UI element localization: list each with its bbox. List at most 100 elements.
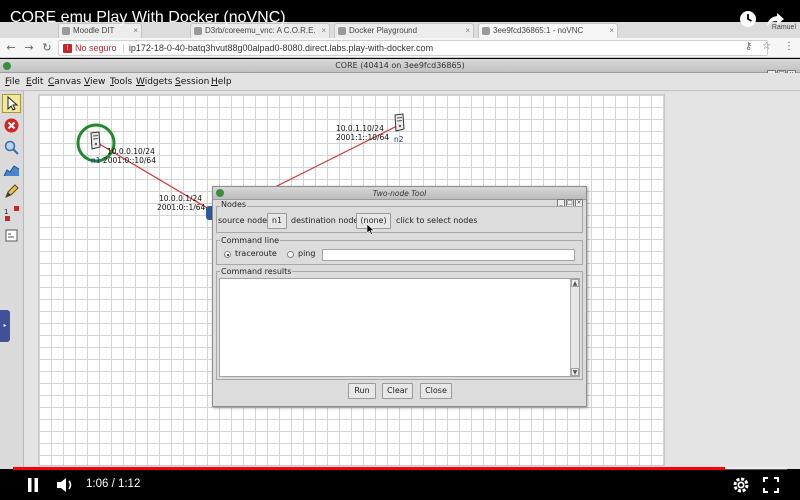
svg-text:1: 1 [4,208,8,216]
source-node-label: source node [218,216,268,225]
browser-tab[interactable]: Docker Playground × [334,23,474,38]
menu-label: ile [9,77,21,87]
node-tool-button[interactable]: 1 [2,204,21,223]
tab-label: Moodle DIT [73,26,115,35]
menu-tools[interactable]: Tools [110,73,132,91]
settings-gear-icon[interactable] [731,476,751,494]
select-nodes-hint: click to select nodes [396,216,478,225]
node-n1-ip4: 10.0.0.10/24 [107,147,155,156]
run-button[interactable]: Run [348,383,376,399]
command-results-group: Command results ▲ ▼ [216,267,583,380]
url-text: ip172-18-0-40-batq3hvut88g00alpad0-8080.… [128,43,434,53]
host-node-n1-icon[interactable] [88,131,102,151]
throughput-tool-button[interactable] [2,160,21,179]
command-line-group-label: Command line [220,236,281,246]
node-palette-icon: 1 [3,205,20,222]
traceroute-label: traceroute [235,249,277,258]
menu-label: ools [113,77,133,87]
browser-address-bar: ← → ↻ ! No seguro | ip172-18-0-40-batq3hvut… [0,38,800,58]
url-field[interactable]: ! No seguro | ip172-18-0-40-batq3hvut88g00a… [58,40,768,56]
menu-session[interactable]: Session [175,73,209,91]
tab-favicon-icon [482,27,490,35]
ping-label: ping [298,249,316,258]
menu-label: ession [180,77,210,87]
fullscreen-icon[interactable] [761,476,781,494]
tab-favicon-icon [194,27,202,35]
edit-tool-button[interactable] [2,182,21,201]
host-node-n2-icon[interactable] [392,113,406,133]
dialog-title: Two-node Tool [372,189,427,198]
tab-favicon-icon [62,27,70,35]
share-icon[interactable] [766,10,786,30]
pencil-icon [3,183,20,200]
menu-help[interactable]: Help [211,73,232,91]
close-button[interactable]: Close [420,383,452,399]
warning-icon: ! [63,44,72,54]
traceroute-radio[interactable] [224,251,231,258]
terminal-icon [3,227,20,244]
star-icon[interactable]: ☆ [762,41,771,52]
node-n1-name-ip6: n1 2001:0::10/64 [91,156,156,165]
video-player: Moodle DIT × D3rb/coreemu_vnc: A C.O.R.E… [0,0,800,500]
key-icon[interactable]: ⚷ [745,41,752,52]
core-window-title: CORE (40414 on 3ee9fcd36865) [335,61,465,70]
source-node-button[interactable]: n1 [267,213,287,229]
nodes-group: Nodes source node n1 destination node (n… [216,200,583,233]
novnc-sidebar-handle[interactable]: ▸ [0,310,10,342]
menu-label: elp [217,77,232,87]
dialog-titlebar: Two-node Tool _ □ × [213,187,586,207]
url-separator: | [122,43,125,53]
tab-close-icon[interactable]: × [609,24,614,37]
nodes-group-label: Nodes [220,200,248,210]
browser-menu-icon[interactable]: ⋮ [784,41,794,52]
browser-tab-active[interactable]: 3ee9fcd36865:1 - noVNC × [478,23,618,38]
mouse-cursor-icon [367,224,375,235]
menu-view[interactable]: View [84,73,105,91]
video-controls: 1:06 / 1:12 [0,470,800,500]
scroll-up-icon[interactable]: ▲ [571,279,579,287]
stop-tool-button[interactable] [2,116,21,135]
clear-button[interactable]: Clear [382,383,413,399]
ping-radio[interactable] [287,251,294,258]
core-toolbar: 1 ▸ [0,91,24,469]
menu-accel: H [211,77,218,87]
core-menu-bar: File Edit Canvas View Tools Widgets Sess… [0,73,800,91]
volume-icon[interactable] [55,476,75,494]
terminal-tool-button[interactable] [2,226,21,245]
menu-file[interactable]: File [5,73,20,91]
menu-canvas[interactable]: Canvas [48,73,81,91]
reload-icon[interactable]: ↻ [40,41,54,55]
node-n1-ip6: 2001:0::10/64 [102,156,156,165]
tab-close-icon[interactable]: × [321,24,326,37]
back-arrow-icon[interactable]: ← [4,41,18,55]
watch-later-icon[interactable] [738,10,758,30]
video-time: 1:06 / 1:12 [86,478,141,490]
results-scrollbar[interactable]: ▲ ▼ [570,279,579,376]
node-n2-ip6: 2001:1::10/64 [336,133,390,142]
core-window-titlebar: CORE (40414 on 3ee9fcd36865) _□× [0,59,800,79]
tab-favicon-icon [338,27,346,35]
tab-close-icon[interactable]: × [465,24,470,37]
node-n2-name: n2 [394,135,404,144]
select-tool-button[interactable] [2,94,21,113]
insecure-label: No seguro [75,43,117,53]
forward-arrow-icon[interactable]: → [22,41,36,55]
command-line-group: Command line traceroute ping [216,236,583,265]
video-title[interactable]: CORE emu Play With Docker (noVNC) [10,9,286,27]
pause-icon[interactable] [23,476,43,494]
two-node-tool-dialog: Two-node Tool _ □ × Nodes source node n1 d… [212,186,587,407]
menu-widgets[interactable]: Widgets [136,73,172,91]
stop-icon [3,117,20,134]
node-n1-name: n1 [91,156,101,165]
menu-label: dit [31,77,44,87]
command-results-text[interactable]: ▲ ▼ [219,278,580,377]
tab-label: D3rb/coreemu_vnc: A C.O.R.E. [205,26,316,35]
command-results-group-label: Command results [220,267,293,277]
menu-edit[interactable]: Edit [26,73,43,91]
zoom-tool-button[interactable] [2,138,21,157]
scroll-down-icon[interactable]: ▼ [571,368,579,376]
tab-label: Docker Playground [349,26,418,35]
router-ip6: 2001:0::1/64 [157,203,206,212]
command-entry[interactable] [322,249,575,261]
destination-node-label: destination node [291,216,359,225]
